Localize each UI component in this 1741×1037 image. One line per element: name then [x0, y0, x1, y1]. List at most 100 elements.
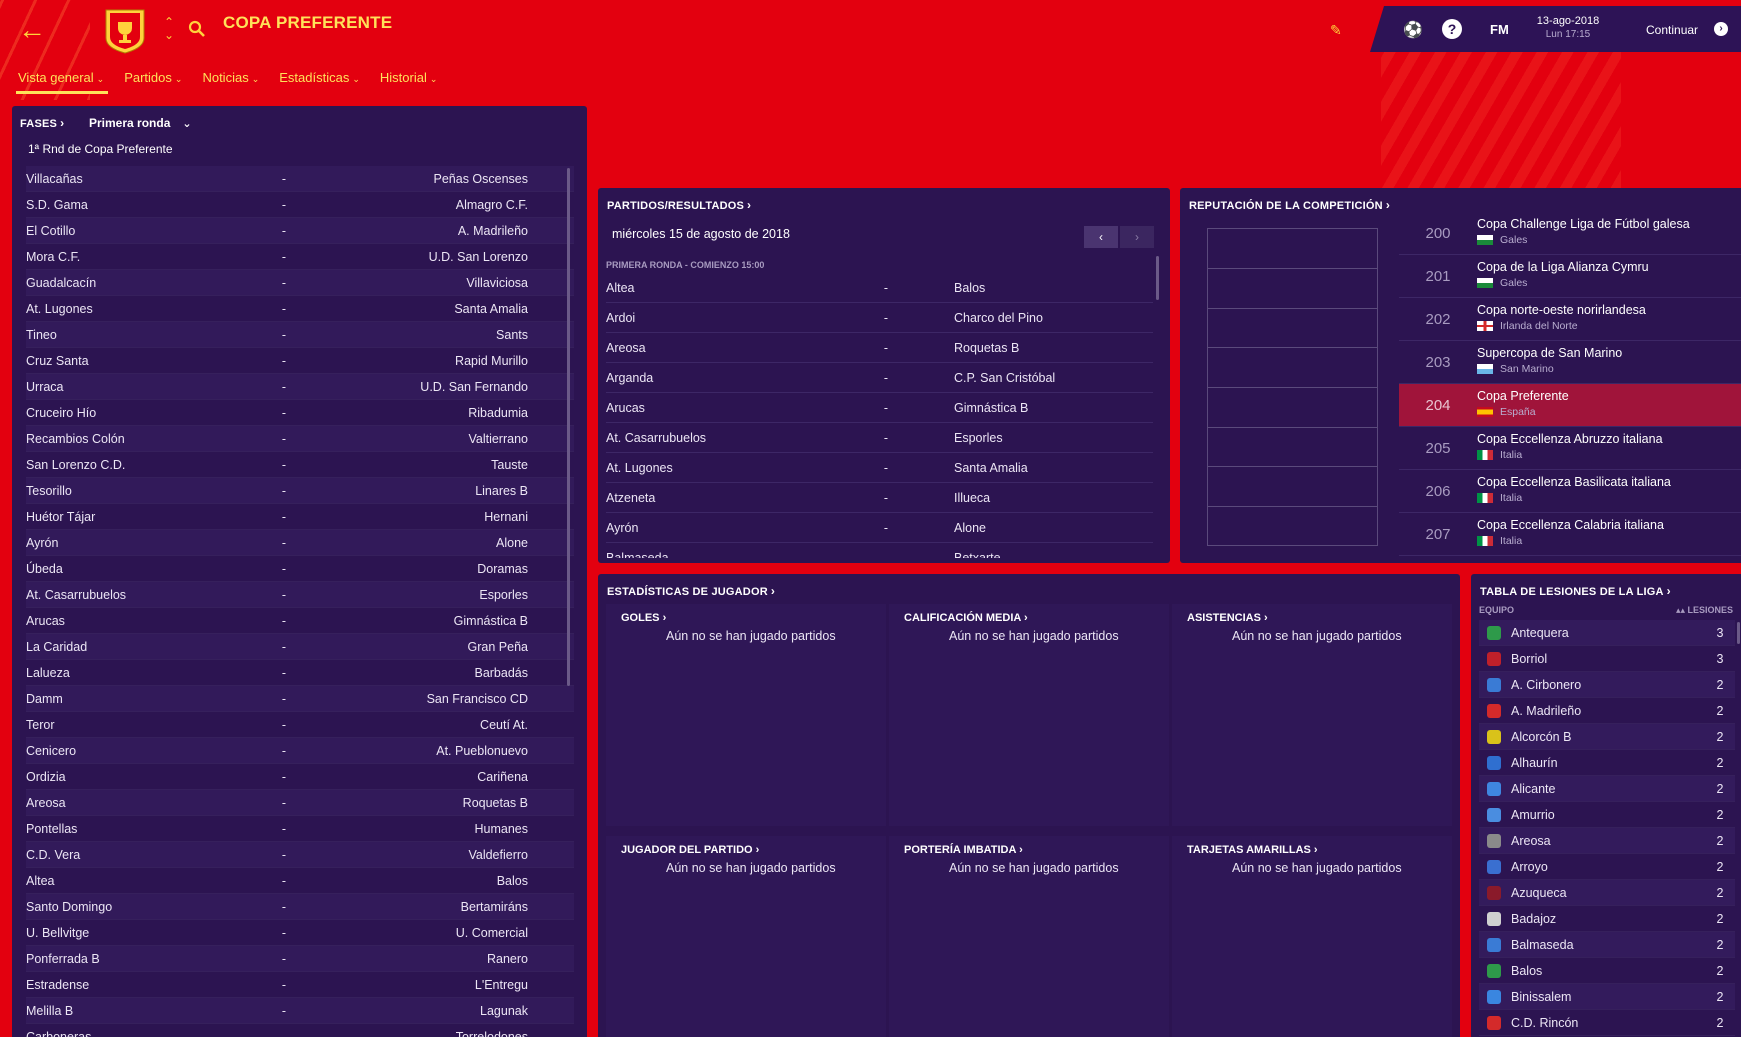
injury-row[interactable]: Balos 2	[1479, 958, 1735, 984]
match-home-team[interactable]: Balmaseda	[606, 551, 876, 559]
fixture-row[interactable]: Cruceiro Hío - Ribadumia	[26, 400, 574, 426]
fixture-row[interactable]: Ayrón - Alone	[26, 530, 574, 556]
injury-row[interactable]: Badajoz 2	[1479, 906, 1735, 932]
stat-calificacion-link[interactable]: CALIFICACIÓN MEDIA ›	[904, 612, 1028, 624]
fixture-row[interactable]: Damm - San Francisco CD	[26, 686, 574, 712]
match-away-team[interactable]: Alone	[896, 521, 986, 535]
injury-team-name[interactable]: Balos	[1511, 964, 1705, 978]
fixture-row[interactable]: Tineo - Sants	[26, 322, 574, 348]
injury-row[interactable]: A. Cirbonero 2	[1479, 672, 1735, 698]
fixture-home-team[interactable]: Úbeda	[26, 562, 266, 576]
competition-name[interactable]: Copa de la Liga Alianza Cymru	[1477, 260, 1649, 274]
chevron-right-icon[interactable]: ›	[1714, 22, 1728, 36]
competition-name[interactable]: Copa norte-oeste norirlandesa	[1477, 303, 1646, 317]
injury-team-name[interactable]: Binissalem	[1511, 990, 1705, 1004]
fixture-home-team[interactable]: S.D. Gama	[26, 198, 266, 212]
fixture-row[interactable]: Cruz Santa - Rapid Murillo	[26, 348, 574, 374]
reputation-row[interactable]: 202 Copa norte-oeste norirlandesa Irlanda …	[1399, 298, 1741, 341]
match-row[interactable]: Ardoi - Charco del Pino	[606, 303, 1153, 333]
reputation-row[interactable]: 201 Copa de la Liga Alianza Cymru Gales	[1399, 255, 1741, 298]
injury-row[interactable]: Borriol 3	[1479, 646, 1735, 672]
stat-goles-link[interactable]: GOLES ›	[621, 612, 666, 624]
tab-estadisticas[interactable]: Estadísticas ⌄	[279, 70, 360, 94]
injury-team-name[interactable]: Areosa	[1511, 834, 1705, 848]
fixture-home-team[interactable]: El Cotillo	[26, 224, 266, 238]
fixture-row[interactable]: Pontellas - Humanes	[26, 816, 574, 842]
edit-pencil-icon[interactable]: ✎	[1330, 22, 1342, 39]
fixture-row[interactable]: Melilla B - Lagunak	[26, 998, 574, 1024]
fixture-away-team[interactable]: Torrelodones	[302, 1030, 528, 1037]
competition-name[interactable]: Supercopa de San Marino	[1477, 346, 1622, 360]
fixture-away-team[interactable]: Cariñena	[302, 770, 528, 784]
match-away-team[interactable]: Betxarte	[896, 551, 1001, 559]
fixture-away-team[interactable]: Ranero	[302, 952, 528, 966]
col-lesiones[interactable]: ▴▴ LESIONES	[1676, 605, 1733, 616]
match-away-team[interactable]: C.P. San Cristóbal	[896, 371, 1055, 385]
fixture-row[interactable]: Cenicero - At. Pueblonuevo	[26, 738, 574, 764]
fixture-row[interactable]: Mora C.F. - U.D. San Lorenzo	[26, 244, 574, 270]
fixture-away-team[interactable]: Rapid Murillo	[302, 354, 528, 368]
fixture-home-team[interactable]: Areosa	[26, 796, 266, 810]
fixture-away-team[interactable]: Tauste	[302, 458, 528, 472]
round-dropdown[interactable]: Primera ronda ⌄	[89, 116, 192, 130]
fixture-home-team[interactable]: Huétor Tájar	[26, 510, 266, 524]
fixture-away-team[interactable]: At. Pueblonuevo	[302, 744, 528, 758]
fixture-home-team[interactable]: Guadalcacín	[26, 276, 266, 290]
fixture-home-team[interactable]: Cruceiro Hío	[26, 406, 266, 420]
fixture-home-team[interactable]: Tineo	[26, 328, 266, 342]
match-home-team[interactable]: At. Casarrubuelos	[606, 431, 876, 445]
partidos-header-link[interactable]: PARTIDOS/RESULTADOS ›	[607, 198, 751, 212]
fases-header-link[interactable]: FASES ›	[20, 116, 64, 130]
fixture-home-team[interactable]: Estradense	[26, 978, 266, 992]
injury-team-name[interactable]: Alicante	[1511, 782, 1705, 796]
reputation-row[interactable]: 204 Copa Preferente España	[1399, 384, 1741, 427]
fixture-row[interactable]: Teror - Ceutí At.	[26, 712, 574, 738]
match-home-team[interactable]: Areosa	[606, 341, 876, 355]
fixture-row[interactable]: Ordizia - Cariñena	[26, 764, 574, 790]
match-row[interactable]: Arucas - Gimnástica B	[606, 393, 1153, 423]
reputacion-header-link[interactable]: REPUTACIÓN DE LA COMPETICIÓN ›	[1189, 198, 1390, 212]
fixture-row[interactable]: Recambios Colón - Valtierrano	[26, 426, 574, 452]
match-away-team[interactable]: Charco del Pino	[896, 311, 1043, 325]
injuries-scrollbar[interactable]	[1737, 622, 1740, 644]
tab-partidos[interactable]: Partidos ⌄	[124, 70, 182, 94]
fixture-away-team[interactable]: Ceutí At.	[302, 718, 528, 732]
fixture-home-team[interactable]: Mora C.F.	[26, 250, 266, 264]
fixture-row[interactable]: C.D. Vera - Valdefierro	[26, 842, 574, 868]
match-away-team[interactable]: Santa Amalia	[896, 461, 1028, 475]
fixture-away-team[interactable]: L'Entregu	[302, 978, 528, 992]
competition-name[interactable]: Copa Challenge Liga de Fútbol galesa	[1477, 217, 1690, 231]
fixture-row[interactable]: San Lorenzo C.D. - Tauste	[26, 452, 574, 478]
injury-row[interactable]: Alicante 2	[1479, 776, 1735, 802]
injury-team-name[interactable]: A. Madrileño	[1511, 704, 1705, 718]
fixture-away-team[interactable]: Bertamiráns	[302, 900, 528, 914]
fixture-away-team[interactable]: Gran Peña	[302, 640, 528, 654]
competition-name[interactable]: Copa Preferente	[1477, 389, 1569, 403]
injury-team-name[interactable]: Badajoz	[1511, 912, 1705, 926]
fixture-row[interactable]: Urraca - U.D. San Fernando	[26, 374, 574, 400]
fixture-home-team[interactable]: Cenicero	[26, 744, 266, 758]
fixture-row[interactable]: U. Bellvitge - U. Comercial	[26, 920, 574, 946]
fixture-home-team[interactable]: Arucas	[26, 614, 266, 628]
fixture-home-team[interactable]: Tesorillo	[26, 484, 266, 498]
fixture-home-team[interactable]: At. Casarrubuelos	[26, 588, 266, 602]
reputation-row[interactable]: 206 Copa Eccellenza Basilicata italiana It…	[1399, 470, 1741, 513]
injury-row[interactable]: Binissalem 2	[1479, 984, 1735, 1010]
fixture-away-team[interactable]: Ribadumia	[302, 406, 528, 420]
fixture-away-team[interactable]: Humanes	[302, 822, 529, 836]
fixture-away-team[interactable]: Lagunak	[302, 1004, 528, 1018]
injury-row[interactable]: A. Madrileño 2	[1479, 698, 1735, 724]
fixture-row[interactable]: Altea - Balos	[26, 868, 574, 894]
prev-date-button[interactable]: ‹	[1084, 226, 1118, 248]
help-icon[interactable]: ?	[1442, 19, 1462, 39]
fixture-away-team[interactable]: A. Madrileño	[302, 224, 528, 238]
fixture-home-team[interactable]: Damm	[26, 692, 266, 706]
fixture-home-team[interactable]: Urraca	[26, 380, 266, 394]
match-row[interactable]: Balmaseda - Betxarte	[606, 543, 1153, 559]
fixture-row[interactable]: Estradense - L'Entregu	[26, 972, 574, 998]
stat-porteria-link[interactable]: PORTERÍA IMBATIDA ›	[904, 844, 1023, 856]
fixture-away-team[interactable]: Gimnástica B	[302, 614, 528, 628]
tab-historial[interactable]: Historial ⌄	[380, 70, 438, 94]
match-row[interactable]: At. Lugones - Santa Amalia	[606, 453, 1153, 483]
fixture-away-team[interactable]: Santa Amalia	[302, 302, 528, 316]
